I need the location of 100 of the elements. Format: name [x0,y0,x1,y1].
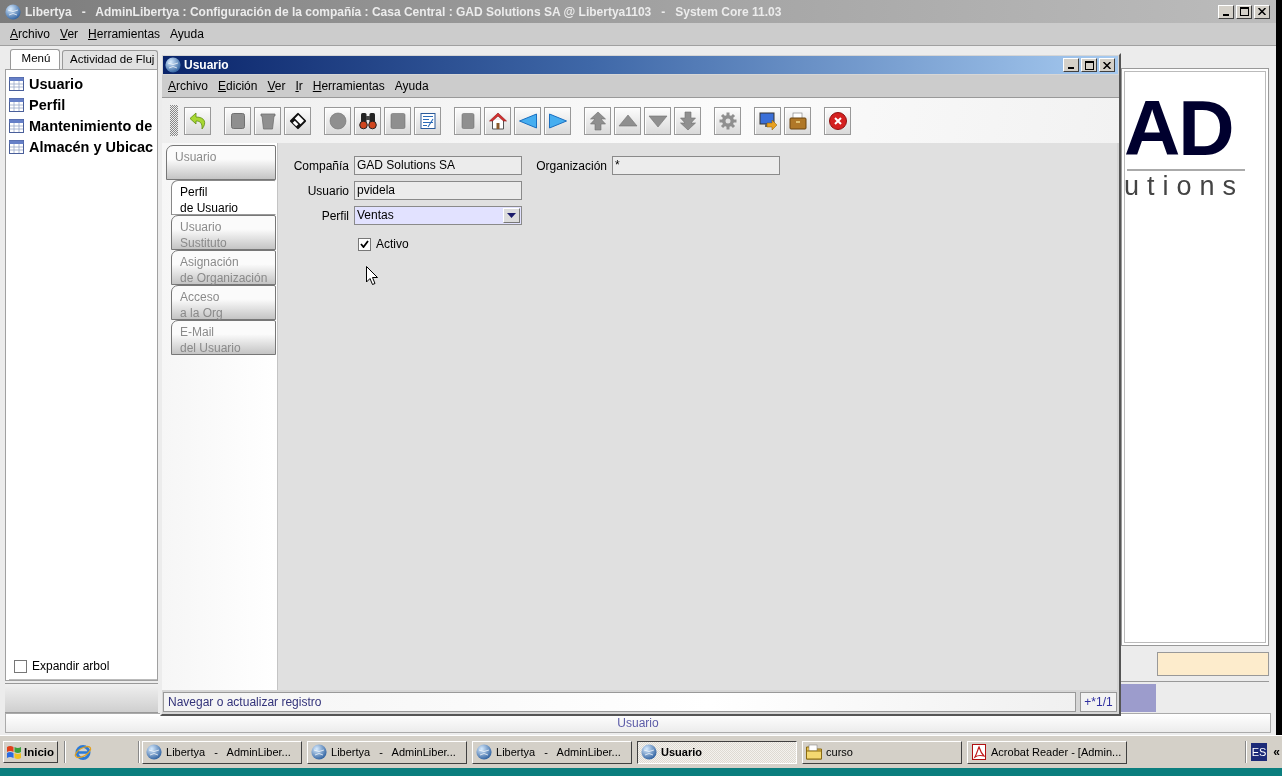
globe-icon [641,744,658,760]
checkbox-label: Activo [376,237,409,251]
close-button[interactable] [1099,58,1115,72]
field-label: Organización [535,158,607,173]
menu-item[interactable]: Ayuda [165,27,209,41]
minimize-button[interactable] [1218,4,1234,19]
disc-icon [327,110,348,131]
minimize-button[interactable] [1063,58,1079,72]
maximize-button[interactable] [1236,4,1252,19]
menu-item[interactable]: Ir [290,79,308,93]
grip-icon[interactable] [170,105,178,136]
checkbox[interactable] [14,659,27,673]
tree-item[interactable]: Usuario [9,73,157,94]
tick-icon [360,240,369,248]
globe-icon [146,744,163,760]
briefcase-icon [787,110,808,131]
start-button[interactable]: Inicio [3,741,59,763]
expand-button[interactable]: « [1271,745,1282,759]
right-triangle-icon [547,110,568,131]
monitor-arrow-icon [757,110,778,131]
toolbar-button[interactable] [284,106,311,135]
tree-item[interactable]: Mantenimiento de [9,115,157,136]
dropdown-field[interactable]: Ventas [354,206,522,225]
field-label: Perfil [320,208,349,223]
window-title: Libertya - AdminLibertya : Configuración de la compañía : Casa Central : GAD Solutions SA @ Libertya1103 - System Core 11.03 [25,4,783,19]
tab[interactable]: Actividad de Fluj [62,50,158,69]
toolbar-button[interactable] [484,106,511,135]
table-icon [9,76,24,91]
table-icon [9,118,24,133]
toolbar-button[interactable] [754,106,781,135]
minimize-icon [1068,67,1074,69]
double-up-arrow-icon [587,110,608,131]
gear-icon [717,110,738,131]
close-icon [1258,8,1266,15]
document-icon [971,744,988,760]
maximize-button[interactable] [1081,58,1097,72]
house-icon [487,110,508,131]
menu-item[interactable]: Archivo [5,27,56,41]
status-block [1121,683,1156,712]
close-icon [827,110,848,131]
toolbar-button[interactable] [354,106,381,135]
toolbar-button[interactable] [824,106,851,135]
ringed-globe-icon[interactable] [74,743,93,761]
logo-tagline: utions [1124,171,1246,201]
checkbox-label: Expandir arbol [32,659,110,673]
checkbox[interactable] [358,237,371,251]
toolbar-button[interactable] [414,106,441,135]
window-title: Usuario [184,58,230,72]
tab[interactable]: Menú [10,49,60,69]
menu-item[interactable]: Ayuda [389,79,434,93]
tab[interactable]: Usuario [166,145,276,180]
globe-icon [5,3,21,20]
text-field[interactable]: * [612,156,780,175]
record-counter: +*1/1 [1080,692,1117,712]
menu-item[interactable]: Edición [213,79,263,93]
language-indicator[interactable]: ES [1250,743,1268,761]
blank-square-icon [387,110,408,131]
menu-item[interactable]: Herramientas [83,27,166,41]
globe-icon [311,744,328,760]
taskbar-button[interactable]: Libertya - AdminLiber... [472,740,633,764]
taskbar-button[interactable]: Usuario [637,740,798,764]
menu-item[interactable]: Herramientas [307,79,390,93]
text-field[interactable]: GAD Solutions SA [354,156,522,175]
flag-icon [6,744,22,760]
tab[interactable]: Perfil de Usuario [171,180,276,215]
menu-item[interactable]: Ver [262,79,291,93]
caret-icon [507,213,516,218]
menu-item[interactable]: Ver [55,27,84,41]
text-field[interactable]: pvidela [354,181,522,200]
close-icon [1103,61,1111,69]
field-label: Compañía [292,158,349,173]
binoculars-icon [357,110,378,131]
maximize-icon [1239,7,1249,16]
double-down-arrow-icon [677,110,698,131]
field-label: Usuario [306,183,349,198]
lined-page-icon [417,110,438,131]
taskbar-button[interactable]: Libertya - AdminLiber... [307,740,468,764]
table-icon [9,97,24,112]
globe-icon [476,744,493,760]
logo-mark: AD [1124,89,1234,167]
menu-item[interactable]: Archivo [163,79,214,93]
trash-can-icon [257,110,278,131]
input-field[interactable] [1157,651,1269,676]
curved-arrow-icon [187,110,208,131]
taskbar-button[interactable]: Libertya - AdminLiber... [142,740,303,764]
taskbar-button[interactable]: curso [802,740,963,764]
tree-item[interactable]: Perfil [9,94,157,115]
minimize-icon [1223,13,1229,16]
folder-icon [806,744,823,760]
globe-icon [165,57,181,73]
tab[interactable]: Asignación de Organización [171,250,276,285]
close-button[interactable] [1254,4,1270,19]
tree-item[interactable]: Almacén y Ubicac [9,136,157,157]
dropdown-button[interactable] [503,208,520,223]
tab[interactable]: Usuario Sustituto [171,215,276,250]
maximize-icon [1084,60,1094,70]
status-message: Navegar o actualizar registro [163,692,1076,712]
taskbar-button[interactable]: Acrobat Reader - [Admin... [967,740,1128,764]
table-icon [9,139,24,154]
left-triangle-icon [517,110,538,131]
